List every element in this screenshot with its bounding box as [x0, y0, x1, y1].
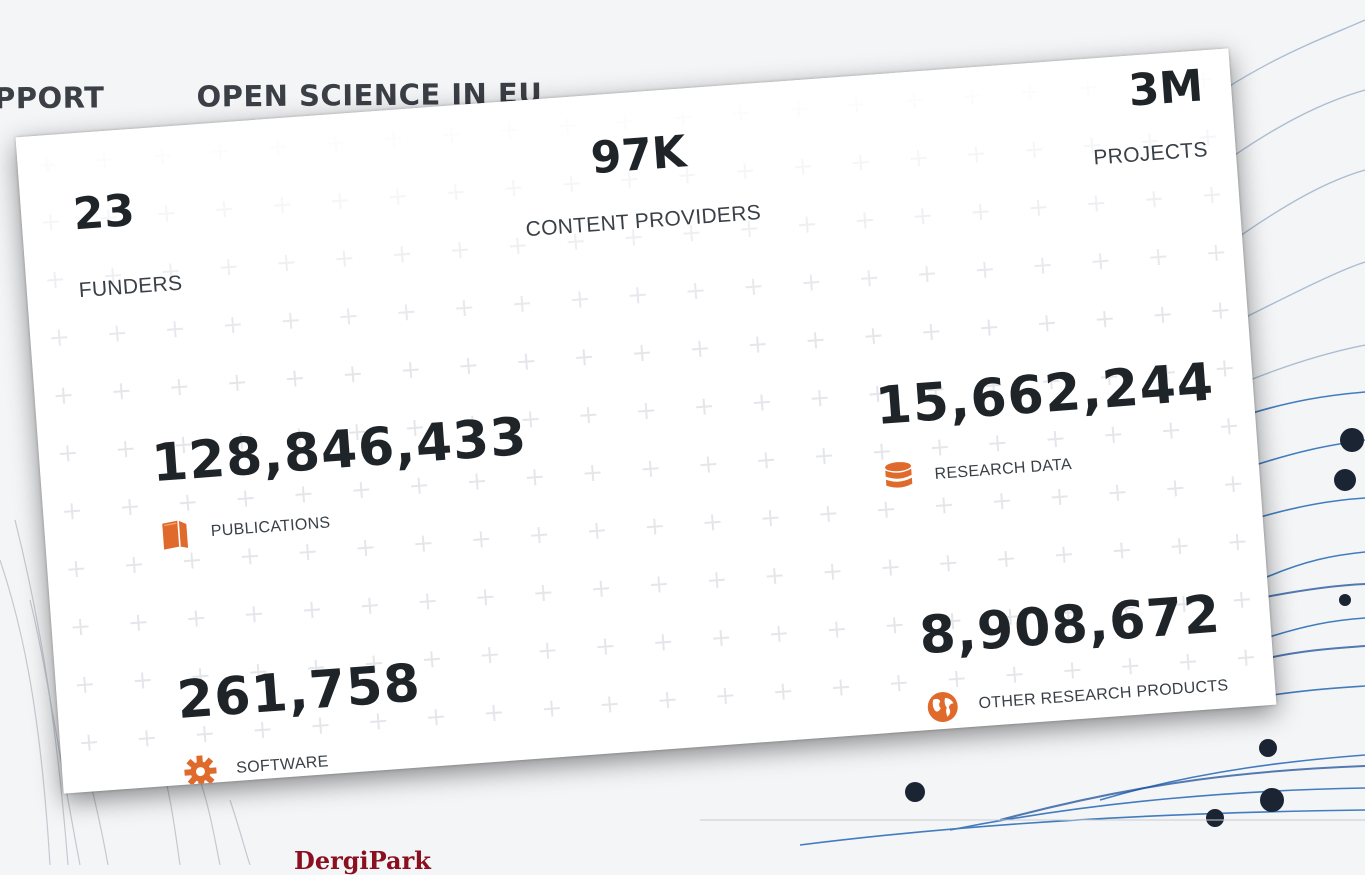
software-label: SOFTWARE [235, 753, 330, 777]
stat-other-research-products[interactable]: 8,908,672 OTHER RESEARCH PRODUCTS [917, 585, 1230, 727]
database-icon [880, 458, 919, 497]
publications-label: PUBLICATIONS [210, 514, 332, 541]
projects-count: 3M [1126, 60, 1205, 117]
research-data-label: RESEARCH DATA [934, 455, 1073, 483]
dergipark-logo[interactable]: DergiPark [294, 846, 431, 875]
stat-funders[interactable]: 23 FUNDERS [71, 184, 183, 303]
stat-projects[interactable]: 3M PROJECTS [1072, 60, 1209, 171]
stat-research-data[interactable]: 15,662,244 RESEARCH DATA [873, 352, 1221, 497]
statistics-card: 23 FUNDERS 97K CONTENT PROVIDERS 3M PROJ… [15, 48, 1277, 794]
funders-count: 23 [71, 184, 137, 241]
book-icon [156, 516, 195, 555]
software-count: 261,758 [175, 653, 423, 732]
nav-item-support[interactable]: PPORT [0, 80, 105, 115]
globe-icon [923, 688, 962, 727]
stat-content-providers[interactable]: 97K CONTENT PROVIDERS [507, 124, 774, 243]
